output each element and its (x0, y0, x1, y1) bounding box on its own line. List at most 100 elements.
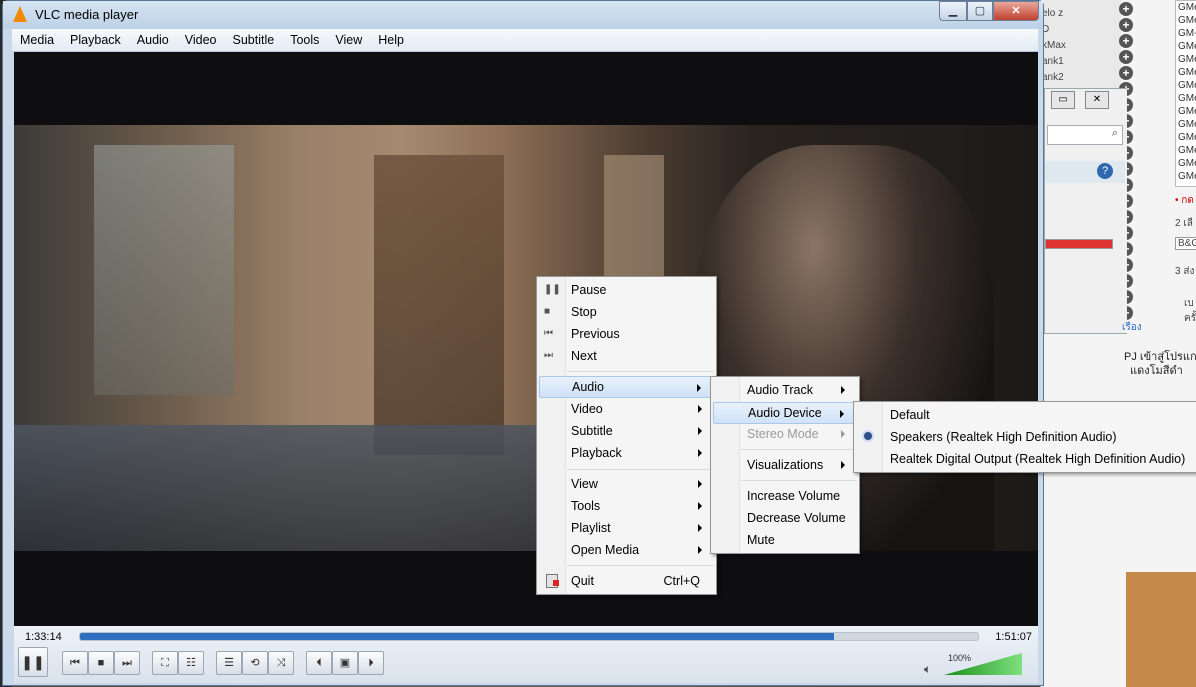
previous-icon: ⏮ (70, 657, 80, 669)
menu-item-stop[interactable]: ■ Stop (539, 301, 714, 323)
menu-item-label: Subtitle (571, 424, 613, 438)
next-button[interactable]: ⏭ (114, 651, 140, 675)
menu-media[interactable]: Media (12, 29, 62, 51)
pause-button[interactable]: ❚❚ (18, 647, 48, 677)
shuffle-icon: ⤨ (276, 657, 286, 669)
submenu-arrow-icon (698, 449, 702, 457)
next-icon: ⏭ (122, 657, 132, 669)
menu-item-device-speakers[interactable]: Speakers (Realtek High Definition Audio) (856, 426, 1194, 448)
menu-item-open-media[interactable]: Open Media (539, 539, 714, 561)
menu-item-visualizations[interactable]: Visualizations (713, 454, 857, 476)
menu-item-stereo-mode: Stereo Mode (713, 423, 857, 445)
menu-item-tools[interactable]: Tools (539, 495, 714, 517)
playlist-button[interactable]: ☰ (216, 651, 242, 675)
menu-tools[interactable]: Tools (282, 29, 327, 51)
menu-item-pause[interactable]: ❚❚ Pause (539, 279, 714, 301)
menu-item-mute[interactable]: Mute (713, 529, 857, 551)
window-controls: ▁ ▢ ✕ (939, 1, 1039, 21)
menu-item-playback[interactable]: Playback (539, 442, 714, 464)
stop-button[interactable]: ■ (88, 651, 114, 675)
background-list-item: GMe (1178, 132, 1196, 143)
menu-subtitle[interactable]: Subtitle (225, 29, 283, 51)
vlc-cone-icon (13, 6, 27, 22)
menu-item-label: View (571, 477, 598, 491)
video-area[interactable] (14, 52, 1038, 626)
close-button[interactable]: ✕ (993, 1, 1039, 21)
menu-item-decrease-volume[interactable]: Decrease Volume (713, 507, 857, 529)
menu-video[interactable]: Video (177, 29, 225, 51)
menu-item-audio-device[interactable]: Audio Device (713, 402, 857, 424)
menu-item-next[interactable]: ⏭ Next (539, 345, 714, 367)
menu-separator (567, 565, 714, 566)
background-list-item: GMe (1178, 67, 1196, 78)
combo-box: B&G (1175, 237, 1196, 250)
background-list-item: GMe (1178, 119, 1196, 130)
menu-item-video[interactable]: Video (539, 398, 714, 420)
pause-icon: ❚❚ (21, 654, 45, 670)
equalizer-icon: ☷ (186, 657, 196, 669)
loop-button[interactable]: ⟲ (242, 651, 268, 675)
fullscreen-button[interactable]: ⛶ (152, 651, 178, 675)
menu-item-view[interactable]: View (539, 473, 714, 495)
background-listbox: GMe GMe GM- GMe GMe GMe GMe GMe GMe GMe GMe GMe GMe G… (1175, 0, 1196, 187)
skip-forward-icon: ⏵ (368, 657, 374, 669)
menu-item-label: Default (890, 408, 930, 422)
total-time: 1:51:07 (995, 631, 1032, 643)
menu-item-label: Speakers (Realtek High Definition Audio) (890, 430, 1117, 444)
submenu-arrow-icon (698, 480, 702, 488)
menu-item-label: Decrease Volume (747, 511, 846, 525)
scene-window (94, 145, 234, 395)
maximize-button[interactable]: ▢ (967, 1, 993, 21)
menu-item-audio-track[interactable]: Audio Track (713, 379, 857, 401)
quit-icon (546, 574, 559, 588)
menu-item-label: Tools (571, 499, 601, 513)
previous-frame-button[interactable]: ⏴ (306, 651, 332, 675)
previous-button[interactable]: ⏮ (62, 651, 88, 675)
menu-item-previous[interactable]: ⏮ Previous (539, 323, 714, 345)
menu-separator (567, 371, 714, 372)
extended-settings-button[interactable]: ☷ (178, 651, 204, 675)
seek-bar[interactable] (79, 632, 979, 641)
shuffle-button[interactable]: ⤨ (268, 651, 294, 675)
submenu-arrow-icon (841, 430, 845, 438)
loop-icon: ⟲ (250, 657, 260, 669)
background-list-item: GMe (1178, 2, 1196, 13)
audio-device-submenu: Default Speakers (Realtek High Definitio… (853, 401, 1196, 473)
minimize-button[interactable]: ▁ (939, 1, 967, 21)
title-bar: VLC media player ▁ ▢ ✕ (3, 1, 1043, 29)
menu-help[interactable]: Help (370, 29, 412, 51)
background-list-item: GMe (1178, 54, 1196, 65)
plus-icon: + (1119, 18, 1133, 32)
control-bar: 1:33:14 1:51:07 ❚❚ ⏮ ■ ⏭ ⛶ ☷ ☰ ⟲ ⤨ ⏴ ▣ ⏵… (14, 626, 1038, 683)
background-list-item: GMe (1178, 106, 1196, 117)
menu-item-label: Audio Track (747, 383, 814, 397)
background-list-item: GMe (1178, 93, 1196, 104)
next-frame-button[interactable]: ⏵ (358, 651, 384, 675)
menu-audio[interactable]: Audio (129, 29, 177, 51)
menu-view[interactable]: View (327, 29, 370, 51)
menu-item-quit[interactable]: Quit Ctrl+Q (539, 570, 714, 592)
submenu-arrow-icon (698, 524, 702, 532)
menu-item-label: Pause (571, 283, 607, 297)
menu-item-subtitle[interactable]: Subtitle (539, 420, 714, 442)
menu-item-audio[interactable]: Audio (539, 376, 714, 398)
snapshot-icon: ▣ (339, 657, 351, 669)
menu-separator (567, 469, 714, 470)
plus-icon: + (1119, 2, 1133, 16)
menu-bar: Media Playback Audio Video Subtitle Tools View… (12, 29, 1038, 52)
menu-item-device-default[interactable]: Default (856, 404, 1194, 426)
speaker-icon[interactable]: 🔈︎ (924, 662, 931, 677)
snapshot-button[interactable]: ▣ (332, 651, 358, 675)
menu-item-label: Audio (572, 380, 604, 394)
menu-item-increase-volume[interactable]: Increase Volume (713, 485, 857, 507)
menu-item-label: Next (571, 349, 597, 363)
video-frame (14, 125, 1038, 551)
menu-playback[interactable]: Playback (62, 29, 129, 51)
elapsed-time: 1:33:14 (25, 631, 62, 643)
mini-toolbar: ? (1045, 161, 1125, 183)
submenu-arrow-icon (698, 502, 702, 510)
seek-bar-fill (80, 633, 835, 640)
menu-item-label: Stereo Mode (747, 427, 819, 441)
menu-item-device-digital[interactable]: Realtek Digital Output (Realtek High Def… (856, 448, 1194, 470)
menu-item-playlist[interactable]: Playlist (539, 517, 714, 539)
